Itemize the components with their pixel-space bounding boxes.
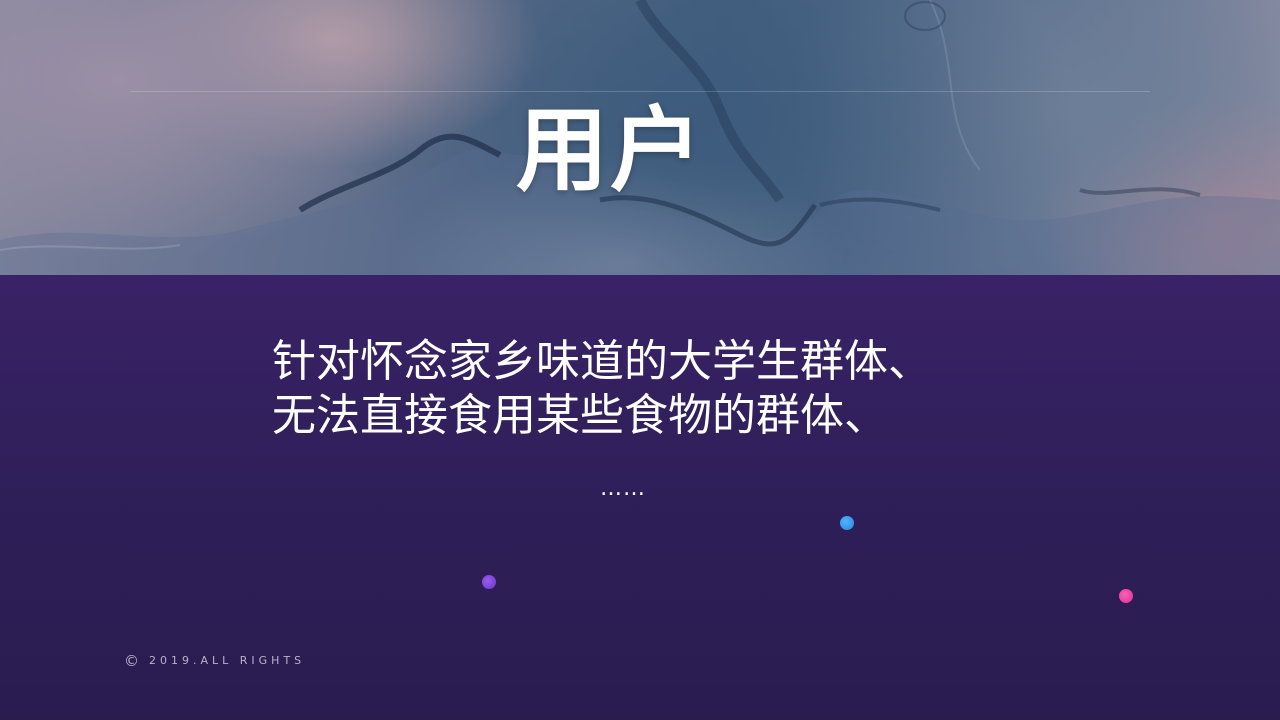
footer: © 2019.ALL RIGHTS (124, 652, 305, 670)
decorative-dot-purple (482, 575, 496, 589)
body-text: 针对怀念家乡味道的大学生群体、 无法直接食用某些食物的群体、 (272, 335, 1032, 443)
decorative-dot-blue (840, 516, 854, 530)
watercolor-banner: 用户 (0, 0, 1280, 275)
footer-text: 2019.ALL RIGHTS (149, 654, 306, 667)
slide: 用户 针对怀念家乡味道的大学生群体、 无法直接食用某些食物的群体、 …… © 20… (0, 0, 1280, 720)
slide-title: 用户 (515, 97, 704, 204)
divider-line (130, 91, 1150, 92)
body-line: 无法直接食用某些食物的群体、 (272, 390, 888, 441)
copyright-icon: © (124, 652, 139, 670)
ellipsis: …… (600, 476, 646, 501)
decorative-dot-pink (1119, 589, 1133, 603)
body-line: 针对怀念家乡味道的大学生群体、 (272, 336, 932, 387)
